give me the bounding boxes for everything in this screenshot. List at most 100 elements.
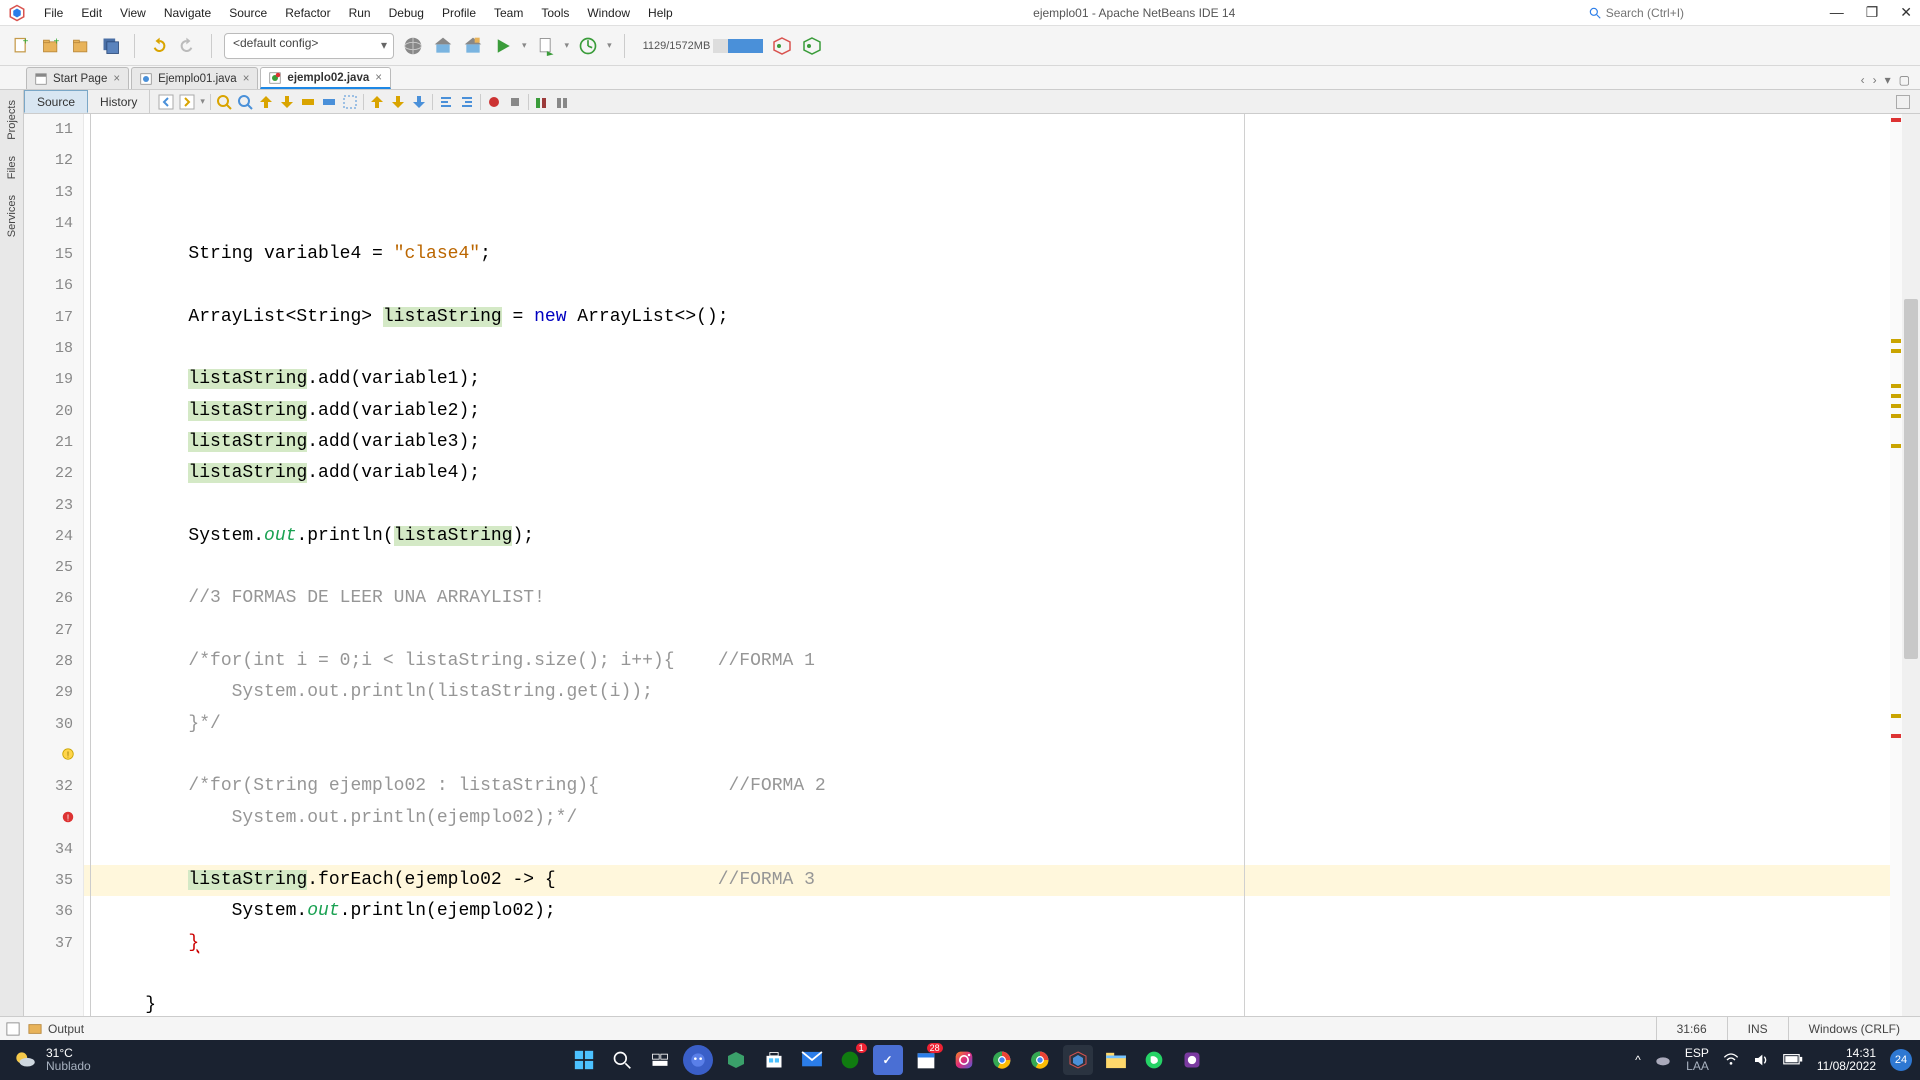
open-project-icon[interactable] (70, 35, 92, 57)
debug-icon[interactable] (535, 35, 557, 57)
menu-profile[interactable]: Profile (434, 3, 484, 23)
menu-view[interactable]: View (112, 3, 154, 23)
nav-back-icon[interactable] (158, 94, 174, 110)
next-err-icon[interactable] (390, 94, 406, 110)
taskbar-weather[interactable]: 31°C Nublado (0, 1047, 140, 1073)
menu-tools[interactable]: Tools (533, 3, 577, 23)
code-editor[interactable]: 1112131415161718192021222324252627282930… (24, 114, 1920, 1040)
menu-file[interactable]: File (36, 3, 71, 23)
occurrence-marker[interactable] (1891, 394, 1901, 398)
shift-left-icon[interactable] (438, 94, 454, 110)
build-icon[interactable] (432, 35, 454, 57)
side-tab-files[interactable]: Files (4, 150, 20, 185)
menu-team[interactable]: Team (486, 3, 531, 23)
run-icon[interactable] (492, 35, 514, 57)
occurrence-marker[interactable] (1891, 444, 1901, 448)
tab-ejemplo01[interactable]: Ejemplo01.java × (131, 67, 258, 89)
toggle-highlight-icon[interactable] (300, 94, 316, 110)
prev-err-icon[interactable] (369, 94, 385, 110)
shift-right-icon[interactable] (459, 94, 475, 110)
comment-icon[interactable] (534, 94, 550, 110)
toggle-bookmark-icon[interactable] (321, 94, 337, 110)
subtab-source[interactable]: Source (24, 90, 88, 113)
menu-source[interactable]: Source (221, 3, 275, 23)
taskbar-xbox-icon[interactable]: 1 (835, 1045, 865, 1075)
output-tab[interactable]: Output (48, 1022, 84, 1036)
menu-navigate[interactable]: Navigate (156, 3, 219, 23)
search-input[interactable] (1606, 6, 1756, 20)
occurrence-marker[interactable] (1891, 404, 1901, 408)
code-area[interactable]: String variable4 = "clase4"; ArrayList<S… (84, 114, 1920, 1040)
tab-start-page[interactable]: Start Page × (26, 67, 129, 89)
config-dropdown[interactable]: <default config> (224, 33, 394, 59)
save-all-icon[interactable] (100, 35, 122, 57)
menu-run[interactable]: Run (341, 3, 379, 23)
tab-ejemplo02[interactable]: ejemplo02.java × (260, 67, 391, 89)
maximize-editor-icon[interactable]: ▢ (1899, 73, 1910, 87)
diff-icon[interactable] (411, 94, 427, 110)
menu-window[interactable]: Window (579, 3, 638, 23)
volume-icon[interactable] (1753, 1052, 1769, 1068)
tab-list-icon[interactable]: ▾ (1885, 73, 1891, 87)
taskbar-explorer-icon[interactable] (1101, 1045, 1131, 1075)
occurrence-marker[interactable] (1891, 414, 1901, 418)
pause-gc-icon[interactable] (771, 35, 793, 57)
subtab-history[interactable]: History (88, 90, 150, 113)
profile-icon[interactable] (577, 35, 599, 57)
taskbar-store-icon[interactable] (759, 1045, 789, 1075)
macro-rec-icon[interactable] (486, 94, 502, 110)
onedrive-icon[interactable] (1655, 1052, 1671, 1068)
occurrence-marker[interactable] (1891, 339, 1901, 343)
quick-search[interactable] (1588, 6, 1808, 20)
tray-chevron-icon[interactable]: ^ (1635, 1053, 1641, 1067)
browser-icon[interactable] (402, 35, 424, 57)
find-sel-icon[interactable] (216, 94, 232, 110)
minimize-panel-icon[interactable] (6, 1022, 20, 1036)
undo-icon[interactable] (147, 35, 169, 57)
error-stripe[interactable] (1890, 114, 1902, 1040)
battery-icon[interactable] (1783, 1053, 1803, 1067)
taskbar-netbeans-icon[interactable] (1063, 1045, 1093, 1075)
toggle-rect-icon[interactable] (342, 94, 358, 110)
tab-scroll-left-icon[interactable]: ‹ (1861, 73, 1865, 87)
nav-fwd-icon[interactable] (179, 94, 195, 110)
next-bookmark-icon[interactable] (279, 94, 295, 110)
memory-indicator[interactable]: 1129/1572MB (643, 39, 764, 53)
close-button[interactable]: ✕ (1900, 4, 1912, 21)
find-prev-icon[interactable] (237, 94, 253, 110)
start-button[interactable] (569, 1045, 599, 1075)
taskbar-whatsapp-icon[interactable] (1139, 1045, 1169, 1075)
taskbar-chrome-icon[interactable] (987, 1045, 1017, 1075)
close-icon[interactable]: × (113, 73, 120, 85)
menu-help[interactable]: Help (640, 3, 681, 23)
taskbar-search-icon[interactable] (607, 1045, 637, 1075)
clean-build-icon[interactable] (462, 35, 484, 57)
occurrence-marker[interactable] (1891, 349, 1901, 353)
taskbar-todo-icon[interactable]: ✓ (873, 1045, 903, 1075)
taskbar-chrome2-icon[interactable] (1025, 1045, 1055, 1075)
new-file-icon[interactable]: + (10, 35, 32, 57)
task-view-icon[interactable] (645, 1045, 675, 1075)
notification-badge[interactable]: 24 (1890, 1049, 1912, 1071)
side-tab-services[interactable]: Services (4, 189, 20, 243)
gc-icon[interactable] (801, 35, 823, 57)
menu-edit[interactable]: Edit (73, 3, 110, 23)
redo-icon[interactable] (177, 35, 199, 57)
menu-refactor[interactable]: Refactor (277, 3, 338, 23)
scrollbar-thumb[interactable] (1904, 299, 1918, 659)
side-tab-projects[interactable]: Projects (4, 94, 20, 146)
prev-bookmark-icon[interactable] (258, 94, 274, 110)
error-marker[interactable] (1891, 734, 1901, 738)
menu-debug[interactable]: Debug (381, 3, 432, 23)
taskbar-app-icon[interactable] (721, 1045, 751, 1075)
language-indicator[interactable]: ESPLAA (1685, 1047, 1709, 1073)
vertical-scrollbar[interactable] (1902, 114, 1920, 1040)
wifi-icon[interactable] (1723, 1052, 1739, 1068)
clock[interactable]: 14:3111/08/2022 (1817, 1047, 1876, 1073)
taskbar-mail-icon[interactable] (797, 1045, 827, 1075)
close-icon[interactable]: × (243, 73, 250, 85)
taskbar-app2-icon[interactable] (1177, 1045, 1207, 1075)
tab-scroll-right-icon[interactable]: › (1873, 73, 1877, 87)
minimize-button[interactable]: ― (1830, 4, 1844, 21)
taskbar-instagram-icon[interactable] (949, 1045, 979, 1075)
